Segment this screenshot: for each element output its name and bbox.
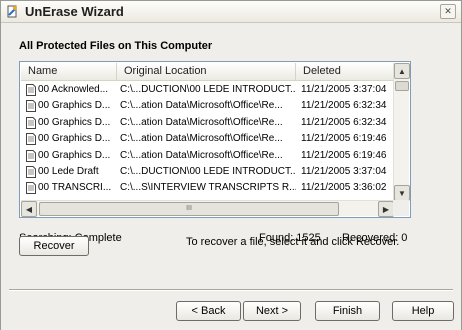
arrow-down-icon: ▼: [398, 188, 406, 198]
file-name-cell: 00 Graphics D...: [38, 100, 111, 112]
document-icon: [26, 165, 36, 178]
deleted-date-cell: 11/21/2005 6:19:46: [301, 149, 387, 161]
original-location-cell: C:\...DUCTION\00 LEDE INTRODUCT...: [120, 84, 296, 95]
scroll-left-button[interactable]: ◀: [21, 201, 37, 217]
arrow-left-icon: ◀: [25, 204, 33, 214]
table-row[interactable]: 00 Graphics D... C:\...ation Data\Microso…: [21, 115, 394, 131]
arrow-up-icon: ▲: [398, 66, 406, 76]
close-icon: ✕: [444, 6, 452, 16]
original-location-cell: C:\...ation Data\Microsoft\Office\Re...: [120, 116, 283, 128]
deleted-date-cell: 11/21/2005 6:19:46: [301, 133, 387, 145]
file-name-cell: 00 Graphics D...: [38, 116, 111, 128]
deleted-date-cell: 11/21/2005 3:36:02: [301, 182, 387, 194]
list-header: Name Original Location Deleted: [21, 63, 394, 81]
vertical-scrollbar[interactable]: ▲ ▼: [393, 63, 410, 201]
original-location-cell: C:\...ation Data\Microsoft\Office\Re...: [120, 149, 283, 161]
unerase-wizard-window: UnErase Wizard ✕ All Protected Files on …: [0, 0, 462, 330]
page-heading: All Protected Files on This Computer: [19, 40, 213, 52]
recover-button[interactable]: Recover: [19, 236, 89, 256]
protected-files-list[interactable]: Name Original Location Deleted 00 Acknow…: [19, 61, 411, 218]
column-header-deleted[interactable]: Deleted: [296, 63, 394, 81]
vertical-scroll-thumb[interactable]: [395, 81, 409, 91]
deleted-date-cell: 11/21/2005 6:32:34: [301, 116, 387, 128]
original-location-cell: C:\...ation Data\Microsoft\Office\Re...: [120, 133, 283, 145]
next-button[interactable]: Next >: [243, 301, 301, 321]
document-icon: [26, 84, 36, 96]
deleted-date-cell: 11/21/2005 3:37:04: [301, 84, 387, 95]
table-row[interactable]: 00 Acknowled... C:\...DUCTION\00 LEDE INT…: [21, 82, 394, 98]
column-header-name[interactable]: Name: [21, 63, 117, 81]
document-icon: [26, 100, 36, 113]
table-row[interactable]: 00 TRANSCRI... C:\...S\INTERVIEW TRANSCRI…: [21, 180, 394, 196]
document-icon: [26, 149, 36, 162]
scroll-right-button[interactable]: ▶: [378, 201, 394, 217]
footer-separator: [9, 289, 453, 291]
column-header-original-location[interactable]: Original Location: [117, 63, 296, 81]
file-name-cell: 00 Acknowled...: [38, 84, 109, 95]
original-location-cell: C:\...ation Data\Microsoft\Office\Re...: [120, 100, 283, 112]
table-row[interactable]: 00 Graphics D... C:\...ation Data\Microso…: [21, 98, 394, 114]
help-button[interactable]: Help: [392, 301, 454, 321]
document-icon: [26, 182, 36, 195]
wizard-body: All Protected Files on This Computer Nam…: [1, 24, 461, 330]
close-button[interactable]: ✕: [440, 4, 456, 19]
table-row[interactable]: 00 Graphics D... C:\...ation Data\Microso…: [21, 148, 394, 164]
horizontal-scrollbar[interactable]: ◀ III ▶: [21, 200, 394, 217]
title-bar: UnErase Wizard ✕: [1, 1, 461, 23]
horizontal-scroll-thumb[interactable]: III: [39, 202, 339, 216]
file-name-cell: 00 Lede Draft: [38, 165, 99, 177]
scroll-down-button[interactable]: ▼: [394, 185, 410, 201]
list-rows: 00 Acknowled... C:\...DUCTION\00 LEDE INT…: [21, 82, 394, 201]
file-name-cell: 00 Graphics D...: [38, 149, 111, 161]
original-location-cell: C:\...DUCTION\00 LEDE INTRODUCT...: [120, 165, 296, 177]
table-row[interactable]: 00 Graphics D... C:\...ation Data\Microso…: [21, 131, 394, 147]
arrow-right-icon: ▶: [382, 204, 390, 214]
scrollbar-corner: [393, 200, 409, 216]
grip-icon: III: [186, 205, 192, 212]
finish-button[interactable]: Finish: [315, 301, 380, 321]
scroll-up-button[interactable]: ▲: [394, 63, 410, 79]
deleted-date-cell: 11/21/2005 6:32:34: [301, 100, 387, 112]
document-icon: [26, 116, 36, 129]
document-icon: [26, 133, 36, 146]
back-button[interactable]: < Back: [176, 301, 241, 321]
recover-hint: To recover a file, select it and click R…: [186, 236, 400, 248]
window-title: UnErase Wizard: [25, 4, 124, 19]
table-row[interactable]: 00 Lede Draft C:\...DUCTION\00 LEDE INTRO…: [21, 164, 394, 180]
original-location-cell: C:\...S\INTERVIEW TRANSCRIPTS R...: [120, 182, 296, 194]
deleted-date-cell: 11/21/2005 3:37:04: [301, 165, 387, 177]
file-name-cell: 00 Graphics D...: [38, 133, 111, 145]
file-name-cell: 00 TRANSCRI...: [38, 182, 112, 194]
unerase-app-icon: [7, 5, 17, 18]
